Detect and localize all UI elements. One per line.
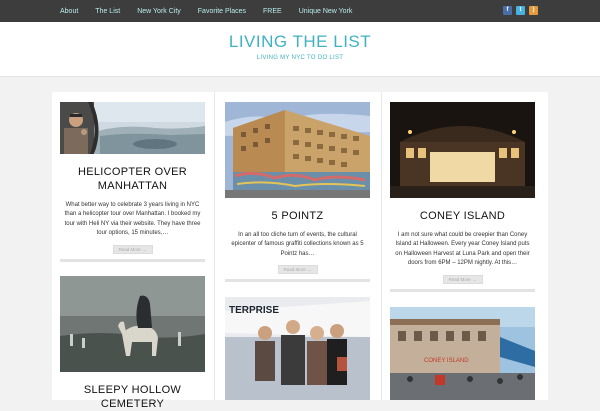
top-navigation-bar: About The List New York City Favorite Pl… <box>0 0 600 22</box>
read-more-button[interactable]: Read More → <box>277 265 318 275</box>
posts-grid: HELICOPTER OVER MANHATTAN What better wa… <box>52 92 548 410</box>
5-pointz-building-photo <box>225 102 370 198</box>
post-excerpt: I am not sure what could be creepier tha… <box>395 232 530 267</box>
post-thumbnail[interactable]: CONEY ISLAND <box>390 307 535 400</box>
post-thumbnail[interactable] <box>60 102 205 154</box>
post-excerpt: In an all too cliche turn of events, the… <box>231 232 364 257</box>
post-card: 5 POINTZ In an all too cliche turn of ev… <box>225 102 370 283</box>
post-title[interactable]: CONEY ISLAND <box>390 209 535 223</box>
post-title[interactable]: SLEEPY HOLLOW CEMETERY <box>60 383 205 411</box>
social-links: f t ) <box>503 6 538 15</box>
site-title[interactable]: LIVING THE LIST <box>0 32 600 52</box>
card-separator <box>225 279 370 283</box>
post-card: TERPRISE <box>225 297 370 400</box>
post-title[interactable]: 5 POINTZ <box>225 209 370 223</box>
post-card: SLEEPY HOLLOW CEMETERY <box>60 276 205 411</box>
post-thumbnail[interactable]: TERPRISE <box>225 297 370 400</box>
post-card: HELICOPTER OVER MANHATTAN What better wa… <box>60 102 205 262</box>
column-divider <box>214 92 215 400</box>
post-card: CONEY ISLAND I am not sure what could be… <box>390 102 535 292</box>
nav-item-unique-new-york[interactable]: Unique New York <box>299 8 353 15</box>
site-header: LIVING THE LIST LIVING MY NYC TO DO LIST <box>0 22 600 77</box>
main-nav: About The List New York City Favorite Pl… <box>60 0 369 22</box>
rss-icon[interactable]: ) <box>529 6 538 15</box>
facebook-icon[interactable]: f <box>503 6 512 15</box>
headless-horseman-photo <box>60 276 205 372</box>
nav-item-about[interactable]: About <box>60 8 78 15</box>
nav-item-favorite-places[interactable]: Favorite Places <box>198 8 246 15</box>
post-excerpt: What better way to celebrate 3 years liv… <box>64 202 201 237</box>
site-tagline: LIVING MY NYC TO DO LIST <box>256 55 344 61</box>
twitter-icon[interactable]: t <box>516 6 525 15</box>
helicopter-photo <box>60 102 205 154</box>
nav-item-the-list[interactable]: The List <box>95 8 120 15</box>
enterprise-shuttle-group-photo: TERPRISE <box>225 297 370 400</box>
nav-item-free[interactable]: FREE <box>263 8 282 15</box>
post-thumbnail[interactable] <box>60 276 205 372</box>
column-divider <box>381 92 382 400</box>
post-thumbnail[interactable] <box>390 102 535 198</box>
coney-island-boardwalk-photo: CONEY ISLAND <box>390 307 535 400</box>
card-separator <box>60 258 205 262</box>
post-card: CONEY ISLAND <box>390 307 535 400</box>
read-more-button[interactable]: Read More → <box>112 244 153 254</box>
read-more-button[interactable]: Read More → <box>442 274 483 284</box>
post-title[interactable]: HELICOPTER OVER MANHATTAN <box>60 165 205 193</box>
card-separator <box>390 288 535 292</box>
post-thumbnail[interactable] <box>225 102 370 198</box>
enterprise-lettering: TERPRISE <box>229 305 279 316</box>
coney-island-night-photo <box>390 102 535 198</box>
coney-island-sign: CONEY ISLAND <box>424 358 469 364</box>
nav-item-new-york-city[interactable]: New York City <box>137 8 181 15</box>
